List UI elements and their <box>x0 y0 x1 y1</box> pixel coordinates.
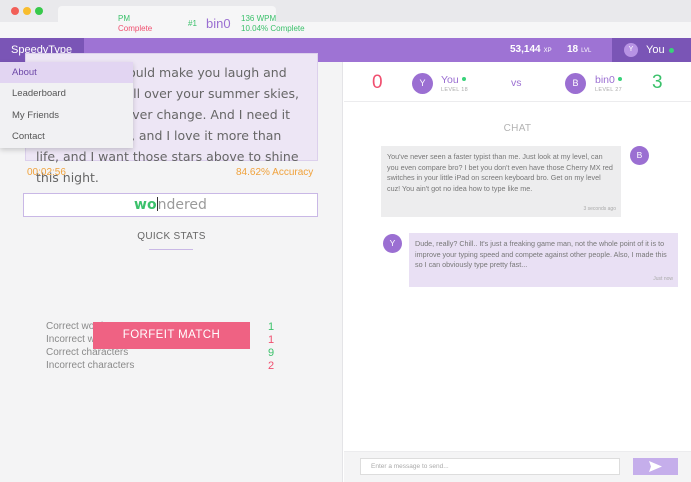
quick-stats-title: QUICK STATS <box>137 231 206 242</box>
menu-item-leaderboard[interactable]: Leaderboard <box>0 83 133 104</box>
forfeit-button[interactable]: FORFEIT MATCH <box>93 322 250 349</box>
menu-item-my-friends[interactable]: My Friends <box>0 105 133 126</box>
your-complete: Complete <box>118 24 153 33</box>
stat-value: 1 <box>267 321 275 333</box>
stat-value: 9 <box>267 347 275 359</box>
message-text: You've never seen a faster typist than m… <box>387 152 613 193</box>
accuracy: 84.62% Accuracy <box>236 167 314 178</box>
chat-title: CHAT <box>503 123 532 134</box>
menu-item-about[interactable]: About <box>0 62 133 83</box>
quick-stats-divider <box>149 249 193 250</box>
browser-toolbar <box>0 22 691 38</box>
chat-message: Dude, really? Chill.. It's just a freaki… <box>409 233 678 287</box>
opponent-rank: #1 <box>188 19 197 28</box>
scoreboard-your-name: You <box>441 74 466 86</box>
opponent-complete: 10.04% Complete <box>241 24 305 33</box>
send-button[interactable] <box>633 458 678 475</box>
opponent-level: LEVEL 27 <box>595 87 622 93</box>
level-display: 18 LVL <box>567 38 591 62</box>
avatar: B <box>565 73 586 94</box>
online-status-dot <box>617 77 622 81</box>
opponent-score: 3 <box>652 72 663 93</box>
message-time: 3 seconds ago <box>583 205 616 212</box>
user-name: You <box>646 44 665 56</box>
menu-item-contact[interactable]: Contact <box>0 126 133 147</box>
typed-text: wo <box>134 197 157 213</box>
maximize-window-dot[interactable] <box>35 7 43 15</box>
your-level: LEVEL 18 <box>441 87 468 93</box>
user-menu-button[interactable]: Y You <box>612 38 691 62</box>
chat-message: You've never seen a faster typist than m… <box>381 146 621 217</box>
close-window-dot[interactable] <box>11 7 19 15</box>
race-timer: 00:02:56 <box>27 167 66 178</box>
stat-label: Incorrect characters <box>46 360 135 371</box>
chat-message-input[interactable]: Enter a message to send... <box>360 458 620 475</box>
avatar: B <box>630 146 649 165</box>
your-name-label: You <box>441 74 459 86</box>
avatar: Y <box>624 43 638 57</box>
minimize-window-dot[interactable] <box>23 7 31 15</box>
xp-unit: XP <box>543 48 552 54</box>
scoreboard-opponent-name: bin0 <box>595 74 622 86</box>
your-progress: PM Complete <box>118 14 152 34</box>
avatar: Y <box>412 73 433 94</box>
opponent-progress: 136 WPM 10.04% Complete <box>241 14 305 34</box>
opponent-wpm: 136 WPM <box>241 14 277 23</box>
online-status-dot <box>669 48 674 53</box>
send-icon <box>649 461 662 472</box>
remaining-text: ndered <box>157 197 207 213</box>
level-value: 18 <box>567 44 579 55</box>
opponent-name: bin0 <box>206 16 231 31</box>
online-status-dot <box>461 77 466 81</box>
browser-chrome <box>0 0 691 38</box>
xp-value: 53,144 <box>510 44 541 55</box>
opponent-name-label: bin0 <box>595 74 615 86</box>
xp-display: 53,144 XP <box>510 38 552 62</box>
your-score: 0 <box>372 72 383 93</box>
nav-dropdown-menu: About Leaderboard My Friends Contact <box>0 62 133 148</box>
versus-label: vs <box>511 77 522 89</box>
level-unit: LVL <box>581 48 592 54</box>
stat-value: 2 <box>267 360 275 372</box>
message-text: Dude, really? Chill.. It's just a freaki… <box>415 239 667 269</box>
message-time: Just now <box>653 275 673 282</box>
avatar: Y <box>383 234 402 253</box>
scoreboard-divider <box>344 101 691 102</box>
stat-value: 1 <box>267 334 275 346</box>
typing-input[interactable]: wondered <box>23 193 318 217</box>
your-wpm: PM <box>118 14 130 23</box>
